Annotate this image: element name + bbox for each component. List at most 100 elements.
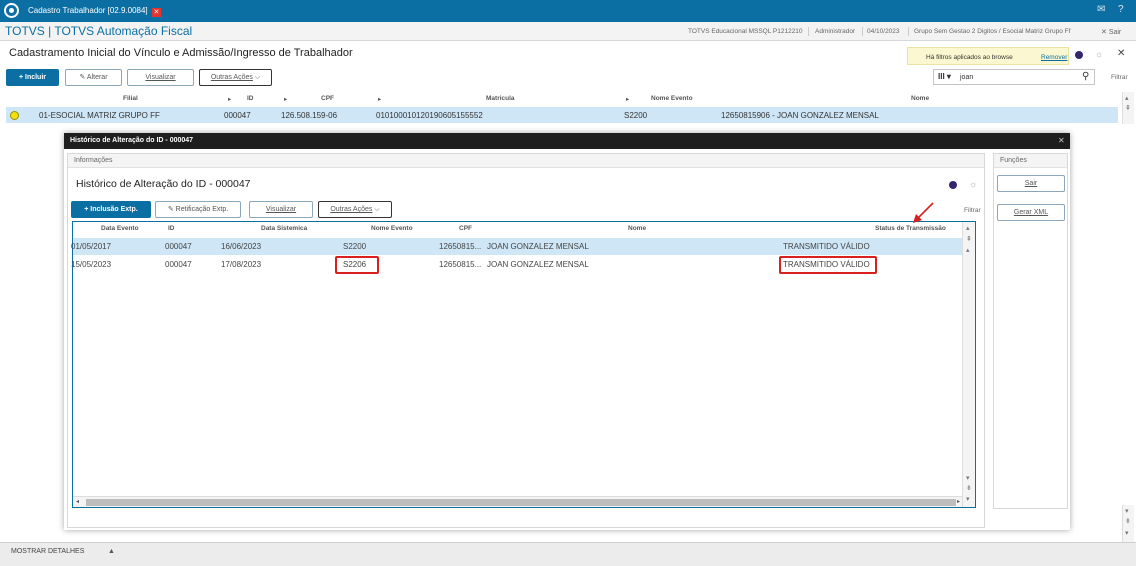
cell-cpf: 12650815... [439, 242, 482, 251]
scroll-up-icon[interactable]: ▴ [966, 246, 970, 254]
scroll-last-icon[interactable]: ⇟ [1125, 517, 1131, 525]
col-filial[interactable]: Filial [123, 95, 138, 102]
cell-nome: JOAN GONZALEZ MENSAL [487, 260, 589, 269]
highlight-box-status [779, 256, 877, 274]
gear-icon[interactable]: ☼ [1095, 49, 1103, 59]
col-nome-evento[interactable]: Nome Evento [651, 95, 693, 102]
sort-icon[interactable]: ▸ [378, 95, 381, 103]
cell-nome-evento: S2200 [624, 111, 648, 120]
group-info: Grupo Sem Gestao 2 Digitos / Esocial Mat… [914, 28, 1071, 35]
exit-button[interactable]: ✕ Sair [1101, 28, 1121, 36]
table-row[interactable]: 01-ESOCIAL MATRIZ GRUPO FF 000047 126.50… [6, 107, 1118, 123]
chevron-up-icon[interactable]: ▲ [108, 548, 115, 555]
window-title-text: Cadastro Trabalhador [02.9.0084] [28, 6, 148, 15]
scroll-last-icon[interactable]: ⇟ [966, 484, 972, 492]
col-nome[interactable]: Nome [628, 225, 646, 232]
search-icon[interactable]: ⚲ [1082, 71, 1089, 82]
gear-icon[interactable]: ☼ [969, 179, 977, 189]
rectify-ext-label: Retificação Extp. [175, 206, 229, 213]
scroll-left-icon[interactable]: ◂ [76, 498, 79, 505]
dialog-close-icon[interactable]: ✕ [1058, 136, 1065, 145]
scroll-first-icon[interactable]: ⇞ [1125, 104, 1131, 112]
cell-data-evento: 15/05/2023 [71, 260, 112, 269]
history-vertical-scrollbar[interactable]: ▴ ⇞ ▴ ▾ ⇟ ▾ [962, 222, 975, 507]
scroll-thumb[interactable] [86, 499, 956, 506]
col-data-sistemica[interactable]: Data Sistemica [261, 225, 307, 232]
totvs-logo-icon [4, 3, 19, 18]
other-actions-button[interactable]: Outras Ações ⌵ [199, 69, 272, 86]
highlight-box-event [335, 256, 379, 274]
divider [808, 27, 809, 36]
col-nome[interactable]: Nome [911, 95, 929, 102]
info-panel-label: Informações [74, 157, 113, 164]
remove-filter-link[interactable]: Remover [1041, 54, 1067, 61]
col-id[interactable]: ID [168, 225, 175, 232]
theme-icon[interactable] [949, 181, 957, 189]
dialog-filter-button[interactable]: Filtrar [964, 207, 981, 214]
info-panel-header: Informações [68, 154, 984, 168]
scroll-bottom-icon[interactable]: ▾ [1125, 529, 1129, 537]
scroll-up-icon[interactable]: ▴ [1125, 94, 1129, 102]
include-ext-button[interactable]: + Inclusão Extp. [71, 201, 151, 218]
main-scrollbar-top[interactable]: ▴ ⇞ [1122, 92, 1134, 124]
sort-icon[interactable]: ▸ [626, 95, 629, 103]
scroll-up-icon[interactable]: ▴ [966, 224, 970, 232]
generate-xml-label: Gerar XML [1013, 209, 1049, 216]
scroll-first-icon[interactable]: ⇞ [966, 235, 972, 243]
table-row[interactable]: 01/05/2017 000047 16/06/2023 S2200 12650… [71, 238, 963, 255]
filter-button[interactable]: Filtrar [1111, 74, 1128, 81]
close-tab-icon[interactable]: ✕ [151, 8, 161, 17]
col-id[interactable]: ID [247, 95, 254, 102]
page-title: Cadastramento Inicial do Vínculo e Admis… [9, 47, 353, 59]
dialog-view-label: Visualizar [265, 206, 297, 213]
col-matricula[interactable]: Matricula [486, 95, 515, 102]
bottom-bar: MOSTRAR DETALHES ▲ [0, 542, 1136, 566]
scroll-down-icon[interactable]: ▾ [1125, 507, 1129, 515]
filter-notice-text: Há filtros aplicados ao browse [926, 54, 1013, 61]
cell-status: TRANSMITIDO VÁLIDO [783, 242, 870, 251]
main-scrollbar-bottom[interactable]: ▾ ⇟ ▾ [1122, 505, 1134, 542]
col-nome-evento[interactable]: Nome Evento [371, 225, 413, 232]
col-cpf[interactable]: CPF [321, 95, 334, 102]
show-details-button[interactable]: MOSTRAR DETALHES [11, 548, 84, 555]
environment-info: TOTVS Educacional MSSQL P1212210 [688, 28, 803, 35]
dialog-view-button[interactable]: Visualizar [249, 201, 313, 218]
status-dot-icon [10, 111, 19, 120]
col-cpf[interactable]: CPF [459, 225, 472, 232]
view-label: Visualizar [145, 74, 176, 81]
cell-nome: 12650815906 - JOAN GONZALEZ MENSAL [721, 111, 879, 120]
help-icon[interactable]: ? [1118, 4, 1124, 15]
close-icon[interactable]: ✕ [1117, 48, 1125, 59]
window-title: Cadastro Trabalhador [02.9.0084] ✕ [28, 6, 161, 17]
pencil-icon: ✎ [79, 74, 86, 81]
rectify-ext-button[interactable]: ✎ Retificação Extp. [155, 201, 241, 218]
scroll-right-icon[interactable]: ▸ [957, 498, 960, 505]
dialog-exit-button[interactable]: Sair [997, 175, 1065, 192]
red-arrow-annotation [913, 202, 934, 223]
col-data-evento[interactable]: Data Evento [101, 225, 139, 232]
scroll-down-icon[interactable]: ▾ [966, 495, 970, 503]
cell-data-evento: 01/05/2017 [71, 242, 112, 251]
exit-label: Sair [1108, 29, 1122, 36]
theme-icon[interactable] [1075, 51, 1083, 59]
main-table-header: Filial ▸ ID ▸ CPF ▸ Matricula ▸ Nome Eve… [6, 93, 1118, 105]
view-button[interactable]: Visualizar [127, 69, 194, 86]
cell-cpf: 12650815... [439, 260, 482, 269]
generate-xml-button[interactable]: Gerar XML [997, 204, 1065, 221]
cell-data-sistemica: 17/08/2023 [221, 260, 262, 269]
cell-filial: 01-ESOCIAL MATRIZ GRUPO FF [39, 111, 160, 120]
alter-button[interactable]: ✎ Alterar [65, 69, 122, 86]
col-status-transmissao[interactable]: Status de Transmissão [875, 225, 946, 232]
sort-icon[interactable]: ▸ [284, 95, 287, 103]
history-horizontal-scrollbar[interactable]: ◂ ▸ [73, 496, 962, 507]
functions-label: Funções [1000, 157, 1027, 164]
column-selector-icon[interactable]: III ▾ [938, 72, 951, 81]
mail-icon[interactable]: ✉ [1097, 4, 1105, 15]
search-input[interactable]: III ▾ joan ⚲ [933, 69, 1095, 85]
sort-icon[interactable]: ▸ [228, 95, 231, 103]
cell-nome: JOAN GONZALEZ MENSAL [487, 242, 589, 251]
scroll-down-icon[interactable]: ▾ [966, 474, 970, 482]
dialog-other-actions-button[interactable]: Outras Ações ⌵ [318, 201, 392, 218]
include-button[interactable]: + Incluir [6, 69, 59, 86]
filter-notice: Há filtros aplicados ao browse Remover [907, 47, 1069, 65]
